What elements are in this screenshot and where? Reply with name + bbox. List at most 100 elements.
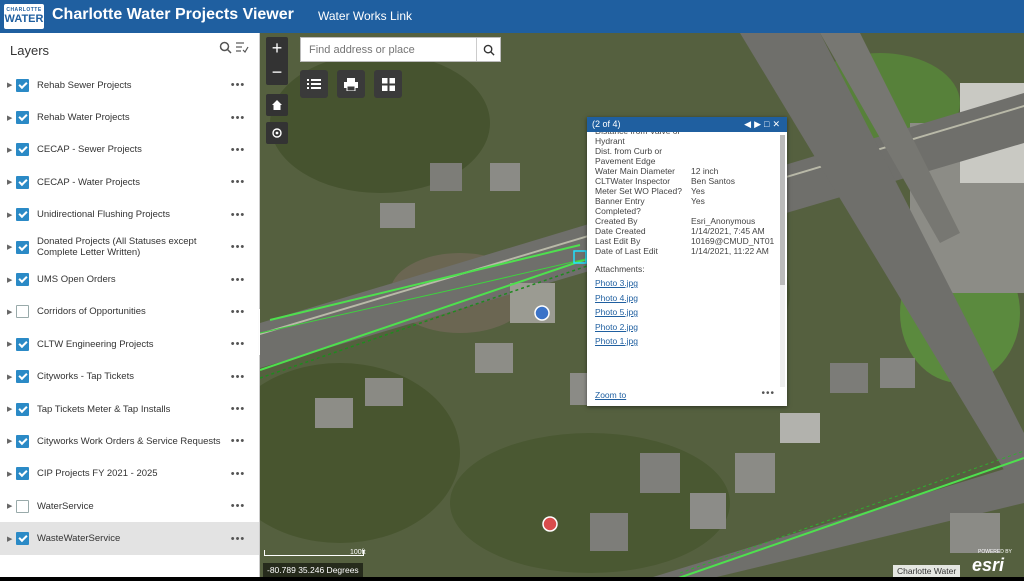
expand-caret-icon[interactable]: ▶ [7,81,16,89]
layer-visibility-checkbox[interactable] [16,370,29,384]
print-button[interactable] [337,70,365,98]
feature-popup: (2 of 4) ◀▶□✕ Distance from Valve or Hyd… [587,117,787,406]
layer-item[interactable]: ▶ CECAP - Sewer Projects ••• [0,134,259,166]
layer-item[interactable]: ▶ CECAP - Water Projects ••• [0,166,259,198]
next-feature-icon[interactable]: ▶ [754,119,764,129]
layer-item[interactable]: ▶ CLTW Engineering Projects ••• [0,328,259,360]
layer-item[interactable]: ▶ Corridors of Opportunities ••• [0,296,259,328]
search-button[interactable] [476,38,500,61]
basemap-gallery-button[interactable] [374,70,402,98]
layer-item[interactable]: ▶ Tap Tickets Meter & Tap Installs ••• [0,393,259,425]
expand-caret-icon[interactable]: ▶ [7,276,16,284]
popup-field-label: Meter Set WO Placed? [595,186,682,196]
layer-options-icon[interactable]: ••• [227,533,249,545]
expand-caret-icon[interactable]: ▶ [7,502,16,510]
expand-caret-icon[interactable]: ▶ [7,340,16,348]
layer-options-icon[interactable]: ••• [227,468,249,480]
zoom-to-link[interactable]: Zoom to [595,390,626,400]
layer-item[interactable]: ▶ WasteWaterService ••• [0,522,259,555]
legend-button[interactable] [300,70,328,98]
layer-label: Corridors of Opportunities [37,306,146,318]
layer-visibility-checkbox[interactable] [16,143,29,157]
layer-options-icon[interactable]: ••• [227,306,249,318]
zoom-out-button[interactable]: − [266,61,288,85]
layer-options-icon[interactable]: ••• [227,112,249,124]
expand-caret-icon[interactable]: ▶ [7,535,16,543]
expand-caret-icon[interactable]: ▶ [7,211,16,219]
locate-button[interactable] [266,122,288,144]
layer-visibility-checkbox[interactable] [16,499,29,513]
layer-visibility-checkbox[interactable] [16,532,29,546]
layer-visibility-checkbox[interactable] [16,337,29,351]
layer-visibility-checkbox[interactable] [16,208,29,222]
layer-visibility-checkbox[interactable] [16,175,29,189]
zoom-controls: + − [266,37,288,85]
layer-item[interactable]: ▶ Donated Projects (All Statuses except C… [0,231,259,263]
layer-options-icon[interactable]: ••• [227,176,249,188]
layer-visibility-checkbox[interactable] [16,402,29,416]
expand-caret-icon[interactable]: ▶ [7,308,16,316]
layer-options-icon[interactable]: ••• [227,371,249,383]
search-icon [483,44,495,56]
layer-options-icon[interactable]: ••• [227,79,249,91]
attachment-link[interactable]: Photo 5.jpg [595,307,777,318]
layer-visibility-checkbox[interactable] [16,273,29,287]
layer-item[interactable]: ▶ Cityworks - Tap Tickets ••• [0,361,259,393]
layer-item[interactable]: ▶ Unidirectional Flushing Projects ••• [0,199,259,231]
layer-visibility-checkbox[interactable] [16,78,29,92]
attachment-link[interactable]: Photo 4.jpg [595,293,777,304]
layer-options-icon[interactable]: ••• [227,338,249,350]
search-icon[interactable] [217,41,233,57]
bottom-bar [0,577,1024,581]
map-view[interactable]: + − (2 of 4) ◀▶□✕ Distance from Valve [260,33,1024,581]
more-options-icon[interactable]: ••• [761,388,775,399]
layer-visibility-checkbox[interactable] [16,305,29,319]
layer-label: Cityworks - Tap Tickets [37,371,134,383]
layer-options-icon[interactable]: ••• [227,274,249,286]
layer-options-icon[interactable]: ••• [227,500,249,512]
previous-feature-icon[interactable]: ◀ [744,119,754,129]
expand-caret-icon[interactable]: ▶ [7,373,16,381]
expand-caret-icon[interactable]: ▶ [7,470,16,478]
expand-caret-icon[interactable]: ▶ [7,405,16,413]
attachment-link[interactable]: Photo 2.jpg [595,322,777,333]
popup-scroll-thumb[interactable] [780,135,785,285]
water-works-link[interactable]: Water Works Link [318,9,412,23]
search-input[interactable] [301,38,476,61]
attachment-link[interactable]: Photo 3.jpg [595,278,777,289]
layer-item[interactable]: ▶ Cityworks Work Orders & Service Request… [0,425,259,457]
grid-icon [381,78,395,91]
layer-options-icon[interactable]: ••• [227,241,249,253]
layer-options-icon[interactable]: ••• [227,144,249,156]
layer-visibility-checkbox[interactable] [16,111,29,125]
popup-scrollbar[interactable] [780,135,785,387]
expand-caret-icon[interactable]: ▶ [7,243,16,251]
expand-caret-icon[interactable]: ▶ [7,146,16,154]
layer-options-icon[interactable]: ••• [227,209,249,221]
expand-caret-icon[interactable]: ▶ [7,114,16,122]
layer-visibility-checkbox[interactable] [16,467,29,481]
layer-visibility-checkbox[interactable] [16,240,29,254]
attachment-link[interactable]: Photo 1.jpg [595,336,777,347]
layer-item[interactable]: ▶ CIP Projects FY 2021 - 2025 ••• [0,458,259,490]
layer-label: WasteWaterService [37,533,121,545]
layer-visibility-checkbox[interactable] [16,434,29,448]
layer-item[interactable]: ▶ Rehab Water Projects ••• [0,101,259,133]
zoom-in-button[interactable]: + [266,37,288,61]
filter-list-icon[interactable] [234,41,250,57]
layer-item[interactable]: ▶ WaterService ••• [0,490,259,522]
layer-options-icon[interactable]: ••• [227,403,249,415]
popup-content: Distance from Valve or Hydrant Dist. fro… [595,132,777,388]
expand-caret-icon[interactable]: ▶ [7,437,16,445]
locate-icon [272,128,282,138]
popup-footer: Zoom to ••• [595,388,779,402]
layer-item[interactable]: ▶ Rehab Sewer Projects ••• [0,69,259,101]
close-icon[interactable]: ✕ [772,119,783,129]
esri-logo[interactable]: esri [972,555,1004,576]
expand-caret-icon[interactable]: ▶ [7,178,16,186]
layer-options-icon[interactable]: ••• [227,435,249,447]
layer-item[interactable]: ▶ UMS Open Orders ••• [0,263,259,295]
charlotte-water-logo[interactable]: CHARLOTTE WATER [4,4,44,29]
home-button[interactable] [266,94,288,116]
popup-field-value: 1/14/2021, 11:22 AM [691,246,769,256]
